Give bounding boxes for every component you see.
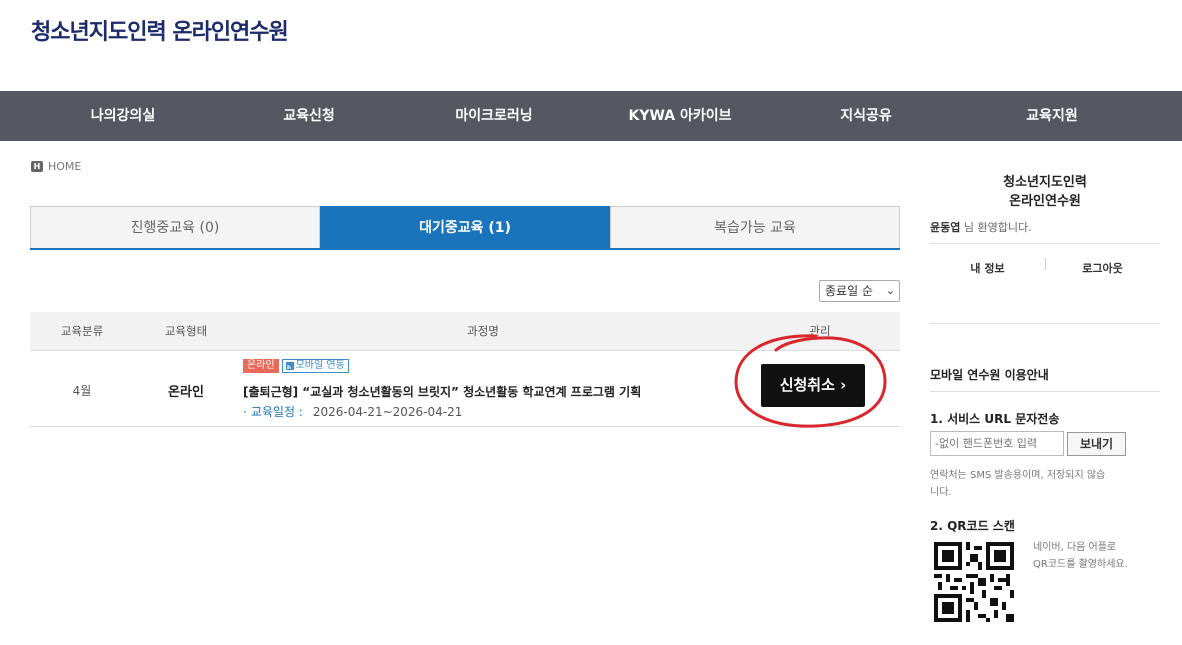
nav-item-my-classroom[interactable]: 나의강의실 [62, 91, 184, 141]
sort-select[interactable]: 종료일 순 ⌄ [819, 280, 900, 302]
divider [930, 243, 1160, 244]
schedule-value: 2026-04-21~2026-04-21 [312, 405, 463, 419]
nav-item-apply[interactable]: 교육신청 [250, 91, 368, 141]
course-title[interactable]: [출퇴근형] “교실과 청소년활동의 브릿지” 청소년활동 학교연계 프로그램 … [243, 383, 641, 400]
schedule-label: 교육일정 : [250, 405, 303, 419]
rss-icon [285, 362, 294, 370]
row-category: 4월 [72, 384, 92, 398]
nav-item-microlearning[interactable]: 마이크로러닝 [430, 91, 558, 141]
course-schedule: · 교육일정 : 2026-04-21~2026-04-21 [243, 403, 462, 420]
sidebar-title-line2: 온라인연수원 [1009, 194, 1081, 209]
divider [930, 323, 1160, 324]
logout-link[interactable]: 로그아웃 [1045, 260, 1160, 276]
divider [930, 391, 1160, 392]
nav-item-support[interactable]: 교육지원 [996, 91, 1108, 141]
row-type: 온라인 [168, 385, 204, 400]
tab-waiting[interactable]: 대기중교육 (1) [320, 206, 610, 248]
sms-service-title: 1. 서비스 URL 문자전송 [930, 412, 1060, 426]
nav-item-archive[interactable]: KYWA 아카이브 [610, 91, 750, 141]
tab-review[interactable]: 복습가능 교육 [610, 206, 900, 248]
send-button[interactable]: 보내기 [1067, 432, 1126, 456]
user-name: 윤동엽 [930, 221, 961, 234]
bullet-icon: · [243, 405, 247, 419]
mobile-badge: 모바일 연동 [281, 359, 349, 373]
sidebar-title-line1: 청소년지도인력 [1003, 175, 1087, 190]
tab-in-progress[interactable]: 진행중교육 (0) [30, 206, 320, 248]
annotation-circle [734, 334, 887, 428]
course-tabs: 진행중교육 (0) 대기중교육 (1) 복습가능 교육 [30, 206, 900, 250]
header-category: 교육분류 [60, 324, 104, 338]
row-badges: 온라인 모바일 연동 [243, 359, 349, 373]
sms-note: 연락처는 SMS 발송용이며, 저장되지 않습니다. [930, 470, 1106, 498]
welcome-message: 윤동엽 님 환영합니다. [930, 219, 1032, 235]
account-links: 내 정보 로그아웃 [930, 258, 1160, 276]
sidebar-title: 청소년지도인력 온라인연수원 [930, 173, 1160, 211]
mobile-guide-title: 모바일 연수원 이용안내 [930, 368, 1049, 382]
my-info-link[interactable]: 내 정보 [930, 260, 1045, 276]
header-course-name: 과정명 [467, 324, 499, 338]
breadcrumb: H HOME [31, 160, 81, 173]
header-type: 교육형태 [164, 324, 208, 338]
welcome-suffix: 님 환영합니다. [960, 221, 1032, 234]
phone-number-input[interactable] [930, 431, 1064, 456]
qr-title: 2. QR코드 스캔 [930, 519, 1015, 533]
main-nav: 나의강의실 교육신청 마이크로러닝 KYWA 아카이브 지식공유 교육지원 [0, 91, 1182, 141]
site-title[interactable]: 청소년지도인력 온라인연수원 [31, 14, 289, 46]
mobile-badge-label: 모바일 연동 [295, 360, 345, 371]
chevron-down-icon: ⌄ [885, 284, 895, 297]
online-badge: 온라인 [243, 359, 279, 373]
sort-selected-value: 종료일 순 [825, 284, 873, 298]
nav-item-knowledge[interactable]: 지식공유 [810, 91, 922, 141]
qr-note: 네이버, 다음 어플로 QR코드를 촬영하세요. [1033, 542, 1128, 570]
qr-code-icon [934, 542, 1014, 622]
home-icon[interactable]: H [31, 161, 43, 172]
breadcrumb-home[interactable]: HOME [48, 160, 81, 173]
